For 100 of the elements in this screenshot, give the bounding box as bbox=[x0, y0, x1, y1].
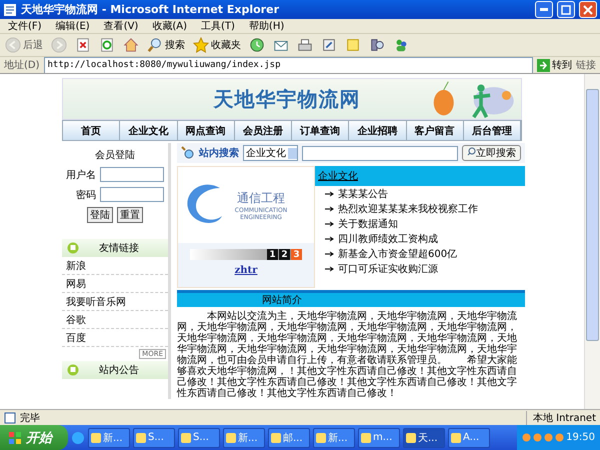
star-icon bbox=[193, 37, 209, 53]
menu-item[interactable]: 文件(F) bbox=[8, 19, 42, 33]
nav-link[interactable]: 企业招聘 bbox=[349, 121, 406, 140]
nav-link[interactable]: 客户留言 bbox=[406, 121, 464, 140]
search-label: 站内搜索 bbox=[199, 146, 239, 160]
friend-link[interactable]: 新浪 bbox=[62, 257, 168, 275]
links-label[interactable]: 链接 bbox=[576, 58, 596, 72]
news-link[interactable]: 四川教师绩效工资构成 bbox=[338, 232, 438, 246]
search-icon bbox=[467, 147, 476, 156]
nav-link[interactable]: 企业文化 bbox=[120, 121, 178, 140]
address-field[interactable]: http://localhost:8080/mywuliuwang/index.jsp bbox=[44, 56, 533, 74]
taskbar-button[interactable]: 新... bbox=[88, 428, 130, 448]
username-field[interactable] bbox=[100, 167, 164, 182]
history-button[interactable] bbox=[248, 36, 266, 54]
news-link[interactable]: 热烈欢迎某某某来我校视察工作 bbox=[338, 202, 478, 216]
maximize-icon bbox=[561, 4, 571, 14]
print-button[interactable] bbox=[296, 36, 314, 54]
category-dropdown[interactable]: 企业文化 bbox=[243, 145, 298, 161]
slide-page-button[interactable]: 1 bbox=[267, 249, 278, 260]
nav-link[interactable]: 首页 bbox=[63, 121, 120, 140]
password-field[interactable] bbox=[100, 187, 164, 202]
menu-item[interactable]: 帮助(H) bbox=[248, 19, 284, 33]
clock: 19:50 bbox=[566, 432, 595, 443]
page-icon bbox=[3, 2, 17, 16]
menu-item[interactable]: 编辑(E) bbox=[56, 19, 90, 33]
login-title: 会员登陆 bbox=[94, 148, 136, 162]
friend-link[interactable]: 我要听音乐网 bbox=[62, 293, 168, 311]
favorites-button[interactable]: 收藏夹 bbox=[192, 36, 242, 54]
taskbar-button[interactable]: 邮... bbox=[268, 428, 310, 448]
news-title[interactable]: 企业文化 bbox=[315, 166, 525, 186]
magnifier-icon bbox=[181, 146, 195, 160]
login-button[interactable]: 登陆 bbox=[87, 207, 113, 223]
news-link[interactable]: 可口可乐证实收购汇源 bbox=[338, 262, 438, 276]
nav-link[interactable]: 后台管理 bbox=[464, 121, 521, 140]
taskbar-button[interactable]: S... bbox=[133, 428, 175, 448]
search-button[interactable]: 立即搜索 bbox=[462, 145, 521, 161]
friend-link[interactable]: 百度 bbox=[62, 329, 168, 347]
circle-icon bbox=[67, 364, 79, 376]
page-cross-icon bbox=[75, 37, 91, 53]
window-title: 天地华宇物流网 - Microsoft Internet Explorer bbox=[21, 2, 280, 17]
intro-paragraph: 本网站以交流为主，天地华宇物流网，天地华宇物流网，天地华宇物流网，天地华宇物流网，天地华宇物流网，天地华宇物流网，天地华宇物流网，天地华宇物流网，天地华宇物流网，天地华宇物流网，天地华宇物流网，天地华宇物流网，天地华宇物流网，天地华宇物流网，天地华宇物流网，天地华宇物流网，也可由会员申请自行上传，有意者敬请联系管理员。 希望大家能够喜欢天地华宇物流网，！其他文字性东西请自己修改！其他文字性东西请自己修改！其他文字性东西请自己修改！其他文字性东西请自己修改！其他文字性东西请自己修改！其他文字性东西请自己修改！ bbox=[177, 311, 518, 399]
menu-item[interactable]: 收藏(A) bbox=[152, 19, 187, 33]
menu-item[interactable]: 工具(T) bbox=[201, 19, 235, 33]
taskbar-button[interactable]: A... bbox=[448, 428, 490, 448]
arrow-icon bbox=[325, 236, 334, 242]
news-link[interactable]: 某某某公告 bbox=[338, 186, 388, 200]
house-icon bbox=[123, 37, 139, 53]
research-button[interactable] bbox=[368, 36, 386, 54]
search-field[interactable] bbox=[302, 146, 458, 160]
logo-title: 通信工程 bbox=[237, 190, 285, 206]
close-icon bbox=[583, 4, 593, 14]
address-label: 地址(D) bbox=[4, 58, 40, 72]
taskbar-button[interactable]: m... bbox=[358, 428, 400, 448]
nav-link[interactable]: 会员注册 bbox=[234, 121, 292, 140]
friend-link[interactable]: 谷歌 bbox=[62, 311, 168, 329]
status-text: 完毕 bbox=[20, 412, 41, 424]
arrow-icon bbox=[325, 220, 334, 226]
taskbar-button[interactable]: 新... bbox=[223, 428, 265, 448]
book-magnifier-icon bbox=[369, 37, 385, 53]
arrow-icon bbox=[325, 190, 334, 196]
taskbar-button[interactable]: 天... bbox=[403, 428, 445, 448]
scrollbar[interactable] bbox=[584, 74, 600, 409]
note-button[interactable] bbox=[344, 36, 362, 54]
slide-page-button[interactable]: 2 bbox=[279, 249, 290, 260]
maximize-button[interactable] bbox=[557, 1, 575, 18]
minimize-icon bbox=[540, 8, 548, 11]
taskbar-button[interactable]: 新... bbox=[313, 428, 355, 448]
search-icon bbox=[147, 37, 163, 53]
section-title: 站内公告 bbox=[99, 364, 139, 377]
intro-title: 网站简介 bbox=[177, 290, 525, 307]
note-icon bbox=[345, 37, 361, 53]
news-link[interactable]: 关于数据通知 bbox=[338, 216, 398, 230]
clock-icon bbox=[249, 37, 265, 53]
arrow-icon bbox=[325, 206, 334, 212]
slide-caption[interactable]: zhtr bbox=[234, 265, 258, 276]
username-label: 用户名 bbox=[66, 168, 96, 182]
windows-flag-icon bbox=[8, 430, 22, 444]
menu-item[interactable]: 查看(V) bbox=[104, 19, 138, 33]
refresh-button[interactable] bbox=[98, 36, 116, 54]
printer-icon bbox=[297, 37, 313, 53]
password-label: 密码 bbox=[75, 188, 96, 202]
site-title: 天地华宇物流网 bbox=[212, 86, 362, 112]
search-button[interactable]: 搜索 bbox=[146, 36, 186, 54]
reset-button[interactable]: 重置 bbox=[117, 207, 143, 223]
friend-link[interactable]: 网易 bbox=[62, 275, 168, 293]
arrow-icon bbox=[325, 250, 334, 256]
news-link[interactable]: 新基金入市资金望超600亿 bbox=[338, 246, 458, 260]
nav-link[interactable]: 订单查询 bbox=[292, 121, 350, 140]
edit-button[interactable] bbox=[320, 36, 338, 54]
minimize-button[interactable] bbox=[535, 1, 553, 18]
page-icon bbox=[4, 412, 16, 424]
taskbar-button[interactable]: S... bbox=[178, 428, 220, 448]
close-button[interactable] bbox=[579, 1, 597, 18]
stop-button[interactable] bbox=[74, 36, 92, 54]
home-button[interactable] bbox=[122, 36, 140, 54]
section-title: 友情链接 bbox=[99, 242, 139, 255]
nav-link[interactable]: 网点查询 bbox=[178, 121, 235, 140]
circle-icon bbox=[67, 242, 79, 254]
go-button[interactable]: 转到 bbox=[537, 58, 572, 72]
arrow-icon bbox=[325, 266, 334, 272]
